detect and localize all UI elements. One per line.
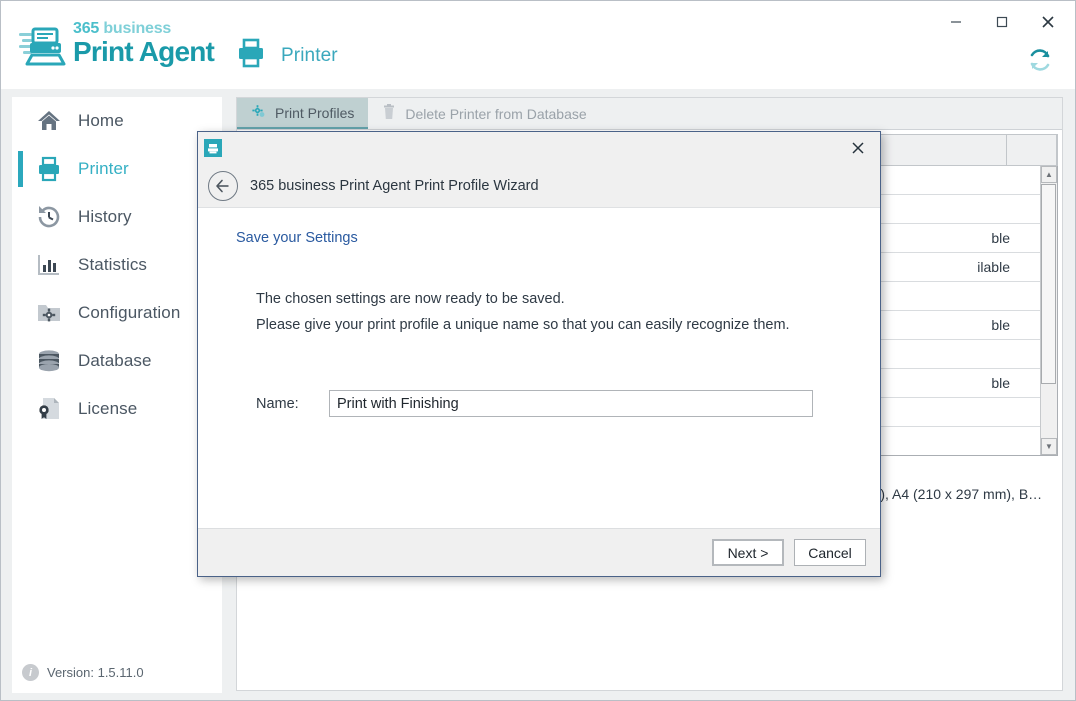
dialog-footer: Next > Cancel: [198, 528, 880, 576]
dialog-heading: Save your Settings: [236, 230, 358, 246]
row-status: ble: [991, 317, 1010, 333]
row-status: ble: [991, 375, 1010, 391]
sidebar-item-label: History: [78, 207, 132, 226]
tab-delete-printer-from-database[interactable]: Delete Printer from Database: [368, 98, 600, 129]
brand-365: 365: [73, 19, 100, 37]
dialog-title: 365 business Print Agent Print Profile W…: [250, 177, 539, 194]
tab-bar: Print Profiles Delete Printer from Datab…: [237, 98, 1062, 130]
profile-name-input[interactable]: [329, 390, 813, 417]
sidebar-item-label: Home: [78, 111, 124, 130]
sidebar-item-database[interactable]: Database: [12, 337, 222, 385]
brand-main-line: Print Agent: [73, 35, 215, 67]
dialog-nav: 365 business Print Agent Print Profile W…: [198, 164, 880, 208]
profile-name-label: Name:: [256, 395, 299, 412]
tab-label: Print Profiles: [275, 104, 355, 121]
brand-business: business: [99, 19, 172, 37]
printer-icon: [235, 37, 267, 74]
print-profile-wizard-dialog: 365 business Print Agent Print Profile W…: [197, 131, 881, 577]
gear-icon: [251, 104, 266, 122]
grid-scrollbar[interactable]: ▲ ▼: [1040, 166, 1057, 455]
printer-icon: [36, 156, 62, 182]
tab-label: Delete Printer from Database: [405, 105, 587, 122]
scrollbar-thumb[interactable]: [1041, 184, 1056, 384]
sidebar-panel: Home Printer History Statistics Configur…: [12, 97, 222, 693]
back-arrow-icon[interactable]: [208, 170, 238, 201]
profile-name-field-row: Name:: [256, 390, 880, 417]
history-icon: [36, 204, 62, 230]
refresh-button[interactable]: [1025, 47, 1055, 77]
home-icon: [36, 108, 62, 134]
refresh-icon: [1027, 47, 1053, 78]
app-logo: 365 business Print Agent: [17, 17, 215, 69]
sidebar-item-configuration[interactable]: Configuration: [12, 289, 222, 337]
window-controls: [933, 3, 1071, 41]
brand-top-line: 365 business: [73, 19, 214, 37]
dialog-paragraph-line1: The chosen settings are now ready to be …: [256, 291, 565, 307]
print-agent-logo-icon: [17, 17, 69, 69]
sidebar-item-label: License: [78, 399, 138, 418]
minimize-button[interactable]: [933, 3, 979, 41]
trash-icon: [382, 104, 396, 123]
dialog-close-button[interactable]: [836, 133, 880, 164]
sidebar-item-license[interactable]: License: [12, 385, 222, 433]
scroll-up-button[interactable]: ▲: [1041, 166, 1057, 183]
sidebar-item-history[interactable]: History: [12, 193, 222, 241]
maximize-button[interactable]: [979, 3, 1025, 41]
dialog-body: Save your Settings The chosen settings a…: [198, 208, 880, 528]
page-title: Printer: [235, 37, 338, 74]
version-label: Version: 1.5.11.0: [47, 665, 144, 680]
row-status: ilable: [977, 259, 1010, 275]
license-icon: [36, 396, 62, 422]
row-status: ble: [991, 230, 1010, 246]
page-title-label: Printer: [281, 44, 338, 66]
info-icon: i: [22, 664, 39, 681]
grid-header-col[interactable]: [1007, 135, 1057, 165]
application-window: 365 business Print Agent Printer Home Pr…: [0, 0, 1076, 701]
statistics-icon: [36, 252, 62, 278]
sidebar-item-label: Configuration: [78, 303, 181, 322]
gear-folder-icon: [36, 300, 62, 326]
database-icon: [36, 348, 62, 374]
tab-print-profiles[interactable]: Print Profiles: [237, 98, 369, 129]
window-titlebar: 365 business Print Agent Printer: [1, 1, 1075, 89]
dialog-titlebar: [198, 132, 880, 164]
cancel-button[interactable]: Cancel: [794, 539, 866, 566]
next-button[interactable]: Next >: [712, 539, 784, 566]
sidebar-item-printer[interactable]: Printer: [12, 145, 222, 193]
version-info: i Version: 1.5.11.0: [22, 664, 144, 681]
sidebar-item-label: Statistics: [78, 255, 148, 274]
sidebar-item-label: Printer: [78, 159, 129, 178]
print-agent-icon: [204, 139, 222, 157]
dialog-paragraph-line2: Please give your print profile a unique …: [256, 317, 790, 333]
sidebar-item-home[interactable]: Home: [12, 97, 222, 145]
sidebar-item-statistics[interactable]: Statistics: [12, 241, 222, 289]
brand-wordmark: 365 business Print Agent: [73, 19, 215, 67]
sidebar-item-label: Database: [78, 351, 152, 370]
close-button[interactable]: [1025, 3, 1071, 41]
